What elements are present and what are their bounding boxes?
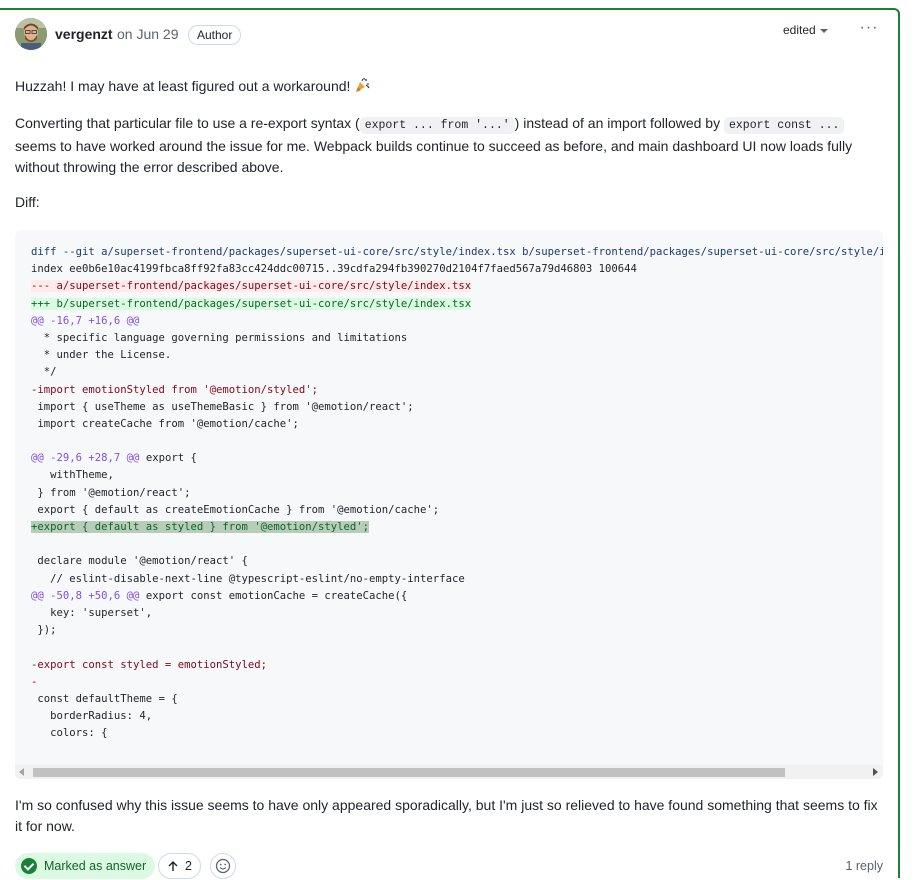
author-badge: Author <box>188 25 242 45</box>
diff-line-text: --- a/superset-frontend/packages/superse… <box>31 280 472 293</box>
upvote-count: 2 <box>185 859 192 873</box>
paragraph-text: seems to have worked around the issue fo… <box>15 138 853 175</box>
diff-line-text: // eslint-disable-next-line @typescript-… <box>31 572 465 585</box>
diff-code-block: diff --git a/superset-frontend/packages/… <box>15 230 883 779</box>
add-reaction-button[interactable] <box>210 853 236 879</box>
author-avatar[interactable] <box>15 18 47 50</box>
diff-line-text: index ee0b6e10ac4199fbca8ff92fa83cc424dd… <box>31 263 637 276</box>
diff-line: export { default as createEmotionCache }… <box>31 502 883 519</box>
diff-line: --- a/superset-frontend/packages/superse… <box>31 278 883 295</box>
diff-line: -export const styled = emotionStyled; <box>31 657 883 674</box>
paragraph-text: ) instead of an import followed by <box>514 115 721 131</box>
diff-line-text: */ <box>31 366 57 379</box>
diff-line-text: declare module '@emotion/react' { <box>31 555 248 568</box>
diff-line: key: 'superset', <box>31 605 883 622</box>
diff-line: borderRadius: 4, <box>31 708 883 725</box>
comment-timestamp[interactable]: on Jun 29 <box>117 26 179 42</box>
comment-paragraph-4: I'm so confused why this issue seems to … <box>15 797 878 834</box>
diff-line-text: - <box>31 675 38 688</box>
diff-line-text: -export const styled = emotionStyled; <box>31 658 267 671</box>
diff-line-text: borderRadius: 4, <box>31 710 153 723</box>
comment-paragraph-1: Huzzah! I may have at least figured out … <box>15 76 881 97</box>
marked-as-answer-badge[interactable]: Marked as answer <box>15 853 156 879</box>
diff-line-text: export const emotionCache = createCache(… <box>139 589 408 602</box>
diff-line-text: const defaultTheme = { <box>31 692 178 705</box>
diff-line: colors: { <box>31 725 883 742</box>
diff-line: withTheme, <box>31 467 883 484</box>
diff-line-text: * specific language governing permission… <box>31 331 408 344</box>
diff-line-text <box>31 641 37 653</box>
diff-line: @@ -16,7 +16,6 @@ <box>31 313 883 330</box>
chevron-down-icon <box>819 28 828 33</box>
author-name-link[interactable]: vergenzt <box>55 26 113 42</box>
diff-line <box>31 639 883 656</box>
diff-line: import { useTheme as useThemeBasic } fro… <box>31 399 883 416</box>
diff-line: }); <box>31 622 883 639</box>
diff-line-text <box>31 538 37 550</box>
diff-code-content[interactable]: diff --git a/superset-frontend/packages/… <box>31 244 883 764</box>
diff-line: -import emotionStyled from '@emotion/sty… <box>31 382 883 399</box>
diff-line <box>31 536 883 553</box>
diff-line: * specific language governing permission… <box>31 330 883 347</box>
party-popper-icon <box>354 76 370 97</box>
diff-line: } from '@emotion/react'; <box>31 485 883 502</box>
diff-line: - <box>31 674 883 691</box>
diff-line-text: } from '@emotion/react'; <box>31 486 191 499</box>
diff-line-text: colors: { <box>31 727 108 740</box>
scroll-left-arrow-icon[interactable] <box>19 768 24 776</box>
discussion-comment-card: vergenzt on Jun 29 Author edited ··· Huz… <box>0 8 900 880</box>
diff-line: @@ -50,8 +50,6 @@ export const emotionCa… <box>31 588 883 605</box>
diff-line: @@ -29,6 +28,7 @@ export { <box>31 450 883 467</box>
diff-line-text: +++ b/superset-frontend/packages/superse… <box>31 297 472 310</box>
diff-line: +++ b/superset-frontend/packages/superse… <box>31 296 883 313</box>
horizontal-scrollbar[interactable] <box>15 765 883 779</box>
comment-footer: Marked as answer 2 1 reply <box>15 852 883 880</box>
comment-paragraph-2: Converting that particular file to use a… <box>15 113 881 178</box>
diff-hunk-header: @@ -50,8 +50,6 @@ <box>31 589 140 602</box>
answer-label: Marked as answer <box>44 859 147 873</box>
diff-line: declare module '@emotion/react' { <box>31 553 883 570</box>
arrow-up-icon <box>168 861 178 871</box>
inline-code: export ... from '...' <box>359 117 515 134</box>
inline-code: export const ... <box>724 117 845 134</box>
diff-line-text: +export { default as styled } from '@emo… <box>31 521 370 533</box>
more-options-icon[interactable]: ··· <box>855 18 883 42</box>
upvote-button[interactable]: 2 <box>158 853 201 879</box>
diff-line-text: -import emotionStyled from '@emotion/sty… <box>31 383 319 396</box>
diff-line-text: import { useTheme as useThemeBasic } fro… <box>31 400 414 413</box>
diff-line: */ <box>31 364 883 381</box>
diff-line: index ee0b6e10ac4199fbca8ff92fa83cc424dd… <box>31 261 883 278</box>
diff-line-text <box>31 435 37 447</box>
reply-count-link[interactable]: 1 reply <box>845 859 883 873</box>
diff-line <box>31 433 883 450</box>
paragraph-text: Converting that particular file to use a… <box>15 115 360 131</box>
comment-header: vergenzt on Jun 29 Author edited ··· <box>15 18 883 52</box>
diff-line: +export { default as styled } from '@emo… <box>31 519 883 536</box>
diff-line: import createCache from '@emotion/cache'… <box>31 416 883 433</box>
diff-line: * under the License. <box>31 347 883 364</box>
diff-line-text: export { <box>139 452 197 465</box>
diff-hunk-header: @@ -29,6 +28,7 @@ <box>31 452 140 465</box>
diff-line-text: key: 'superset', <box>31 606 153 619</box>
diff-line-text: * under the License. <box>31 349 172 362</box>
diff-line: const defaultTheme = { <box>31 691 883 708</box>
diff-line-text: }); <box>31 624 57 637</box>
diff-line: // eslint-disable-next-line @typescript-… <box>31 571 883 588</box>
diff-line-text: export { default as createEmotionCache }… <box>31 503 440 516</box>
diff-line-text: withTheme, <box>31 469 114 482</box>
edited-label: edited <box>783 23 816 37</box>
diff-line-text: import createCache from '@emotion/cache'… <box>31 417 299 430</box>
comment-paragraph-3: Diff: <box>15 194 40 210</box>
edited-history-dropdown[interactable]: edited <box>783 23 828 37</box>
scrollbar-thumb[interactable] <box>33 768 785 777</box>
diff-line: diff --git a/superset-frontend/packages/… <box>31 244 883 261</box>
paragraph-text: Huzzah! I may have at least figured out … <box>15 78 351 94</box>
diff-line-text: diff --git a/superset-frontend/packages/… <box>31 246 883 258</box>
diff-line-text: @@ -16,7 +16,6 @@ <box>31 314 140 327</box>
scroll-right-arrow-icon[interactable] <box>873 768 878 776</box>
